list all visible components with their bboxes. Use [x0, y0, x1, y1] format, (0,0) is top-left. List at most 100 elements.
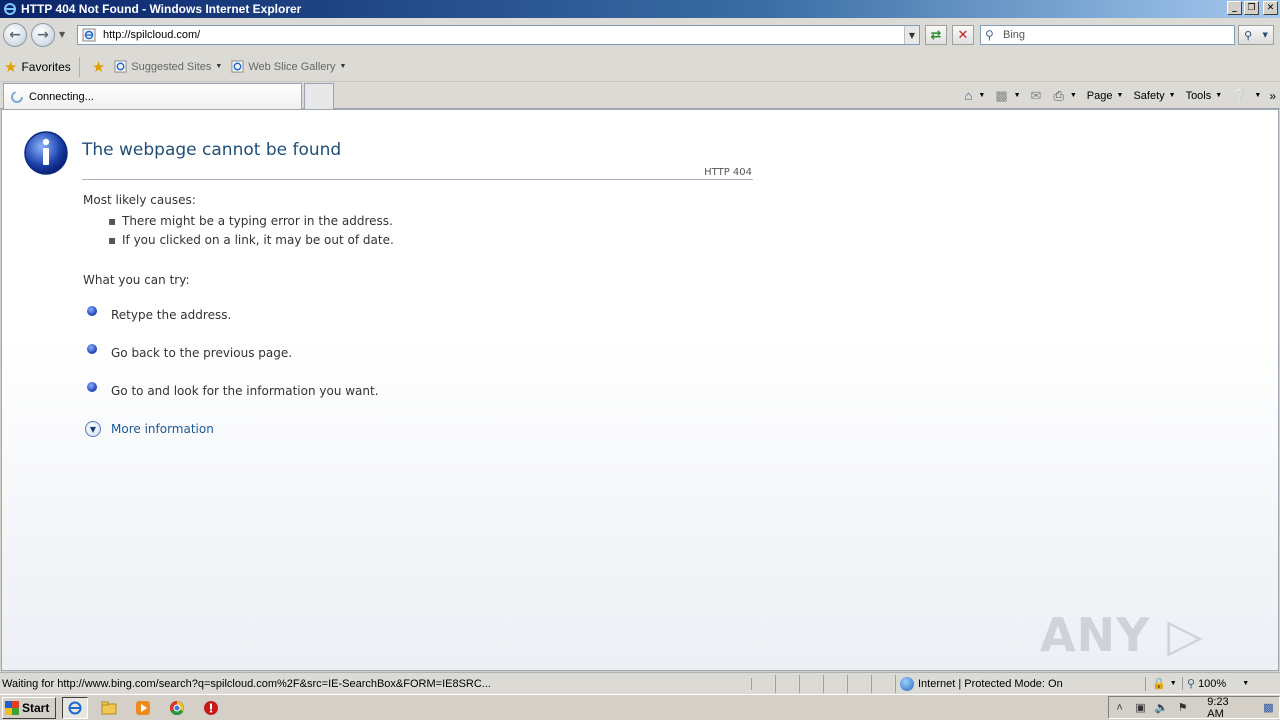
- taskbar-media-player-icon[interactable]: [130, 697, 156, 719]
- chevron-down-icon: ▼: [1116, 92, 1124, 99]
- zone-label: Internet | Protected Mode: On: [918, 677, 1063, 690]
- back-button[interactable]: ←: [3, 23, 27, 47]
- stop-icon: ✕: [957, 27, 969, 43]
- suggested-sites-button[interactable]: Suggested Sites ▼: [109, 56, 226, 78]
- favorites-label: Favorites: [21, 59, 71, 74]
- restore-button[interactable]: ❐: [1244, 1, 1259, 15]
- taskbar-folder-icon[interactable]: [96, 697, 122, 719]
- try-text: Go back to the previous page.: [111, 346, 293, 360]
- tools-menu-button[interactable]: Tools ▼: [1186, 90, 1223, 102]
- mail-icon: ✉: [1030, 87, 1042, 103]
- favorites-button[interactable]: ★ Favorites: [0, 56, 75, 78]
- causes-heading: Most likely causes:: [83, 193, 196, 207]
- home-button[interactable]: ⌂ ▼: [965, 88, 986, 103]
- safety-menu-label: Safety: [1133, 89, 1165, 102]
- volume-icon[interactable]: 🔈: [1151, 701, 1172, 714]
- stop-button[interactable]: ✕: [952, 25, 974, 45]
- list-item: ▪ There might be a typing error in the ad…: [108, 214, 393, 228]
- help-button[interactable]: ❔ ▼: [1232, 88, 1261, 104]
- forward-button[interactable]: →: [31, 23, 55, 47]
- ie-icon: [2, 1, 18, 17]
- chevron-down-icon: ▼: [1069, 92, 1077, 99]
- page-title: The webpage cannot be found: [82, 140, 342, 160]
- search-icon: ⚲: [985, 28, 994, 42]
- tab-connecting[interactable]: Connecting...: [3, 83, 302, 109]
- chevron-down-icon: ▼: [1242, 680, 1250, 687]
- help-icon: ❔: [1232, 87, 1249, 103]
- web-slice-gallery-button[interactable]: Web Slice Gallery ▼: [226, 56, 350, 78]
- status-pane: [824, 674, 848, 693]
- tab-bar: Connecting... ⌂ ▼ ▩ ▼ ✉ ⎙ ▼ Page ▼ Safety ▼ T…: [0, 82, 1280, 109]
- chevron-down-icon: ▼: [1169, 680, 1177, 687]
- taskbar-ie-icon[interactable]: [62, 696, 88, 719]
- tab-label: Connecting...: [29, 90, 94, 103]
- chevron-down-icon: ▼: [339, 63, 347, 70]
- search-go-icon: ⚲: [1244, 28, 1253, 42]
- taskbar-stop-app-icon[interactable]: [198, 697, 224, 719]
- search-button[interactable]: ⚲ ▼: [1238, 25, 1274, 45]
- globe-icon: [900, 676, 914, 691]
- start-button[interactable]: Start: [2, 696, 56, 719]
- expand-circle-icon: ▼: [85, 421, 101, 437]
- taskbar: Start ˄ ▣ 🔈 ⚑ 9:23 AM ▩: [0, 694, 1280, 720]
- page-content: The webpage cannot be found HTTP 404 Mos…: [1, 109, 1279, 671]
- chevron-down-icon: ▼: [215, 63, 223, 70]
- page-menu-button[interactable]: Page ▼: [1087, 90, 1124, 102]
- address-dropdown-button[interactable]: ▼: [904, 26, 919, 44]
- window-title: HTTP 404 Not Found - Windows Internet Ex…: [21, 2, 302, 16]
- safety-menu-button[interactable]: Safety ▼: [1133, 90, 1175, 102]
- web-slice-gallery-label: Web Slice Gallery: [248, 60, 336, 73]
- refresh-icon: ⇄: [930, 27, 942, 43]
- close-button[interactable]: ✕: [1263, 1, 1278, 15]
- address-toolbar: ← → ▼ http://spilcloud.com/ ▼ ⇄ ✕ ⚲ Bing…: [0, 18, 1280, 52]
- blue-bullet-icon: [87, 344, 97, 354]
- more-information-link[interactable]: ▼ More information: [85, 421, 214, 437]
- bullet-icon: ▪: [108, 233, 117, 247]
- security-zone[interactable]: Internet | Protected Mode: On: [896, 676, 1146, 691]
- favorites-bar: ★ Favorites ★ Suggested Sites ▼ Web Slic…: [0, 52, 1280, 82]
- search-options-icon: ▼: [1262, 31, 1268, 39]
- status-bar: Waiting for http://www.bing.com/search?q…: [0, 672, 1280, 694]
- status-pane: [872, 674, 896, 693]
- chevron-down-icon: ▼: [978, 92, 986, 99]
- search-box[interactable]: ⚲ Bing: [980, 25, 1235, 45]
- taskbar-chrome-icon[interactable]: [164, 697, 190, 719]
- divider: [82, 179, 753, 180]
- zoom-level: 100%: [1198, 677, 1227, 690]
- show-hidden-icons-icon[interactable]: ˄: [1109, 702, 1130, 714]
- new-tab-button[interactable]: [304, 83, 334, 109]
- more-information-label: More information: [111, 422, 214, 436]
- search-input[interactable]: Bing: [1003, 29, 1025, 41]
- list-item[interactable]: Go back to the previous page.: [87, 344, 293, 360]
- system-tray: ˄ ▣ 🔈 ⚑ 9:23 AM ▩: [1108, 696, 1280, 720]
- watermark-logo: ANY ▷ RUN: [1040, 608, 1204, 670]
- action-center-flag-icon[interactable]: ⚑: [1172, 701, 1193, 714]
- zoom-icon: ⚲: [1187, 678, 1196, 690]
- show-desktop-icon[interactable]: ▩: [1258, 701, 1279, 714]
- suggested-sites-label: Suggested Sites: [131, 60, 212, 73]
- chevron-down-icon: ▼: [1215, 92, 1223, 99]
- add-to-favorites-bar-icon[interactable]: ★: [92, 58, 105, 76]
- zoom-button[interactable]: ⚲ 100% ▼: [1182, 677, 1262, 690]
- tools-menu-label: Tools: [1185, 89, 1212, 102]
- network-icon[interactable]: ▣: [1130, 701, 1151, 714]
- list-item: ▪ If you clicked on a link, it may be out…: [108, 233, 394, 247]
- read-mail-button[interactable]: ✉: [1031, 88, 1044, 104]
- more-commands-icon[interactable]: »: [1269, 89, 1276, 103]
- protected-mode-button[interactable]: 🔒 ▼: [1146, 677, 1182, 690]
- recent-pages-dropdown[interactable]: ▼: [59, 30, 65, 39]
- blue-bullet-icon: [87, 306, 97, 316]
- address-bar[interactable]: http://spilcloud.com/ ▼: [77, 25, 920, 45]
- refresh-button[interactable]: ⇄: [925, 25, 947, 45]
- lock-icon: 🔒: [1152, 678, 1166, 690]
- http-status-code: HTTP 404: [704, 167, 752, 178]
- loading-spinner-icon: [9, 89, 25, 105]
- feeds-button[interactable]: ▩ ▼: [995, 88, 1020, 104]
- minimize-button[interactable]: _: [1227, 1, 1242, 15]
- print-button[interactable]: ⎙ ▼: [1053, 88, 1076, 104]
- clock[interactable]: 9:23 AM: [1207, 696, 1246, 720]
- address-input[interactable]: http://spilcloud.com/: [103, 29, 200, 41]
- chevron-down-icon: ▼: [1168, 92, 1176, 99]
- star-icon: ★: [4, 58, 18, 76]
- windows-logo-icon: [5, 700, 19, 715]
